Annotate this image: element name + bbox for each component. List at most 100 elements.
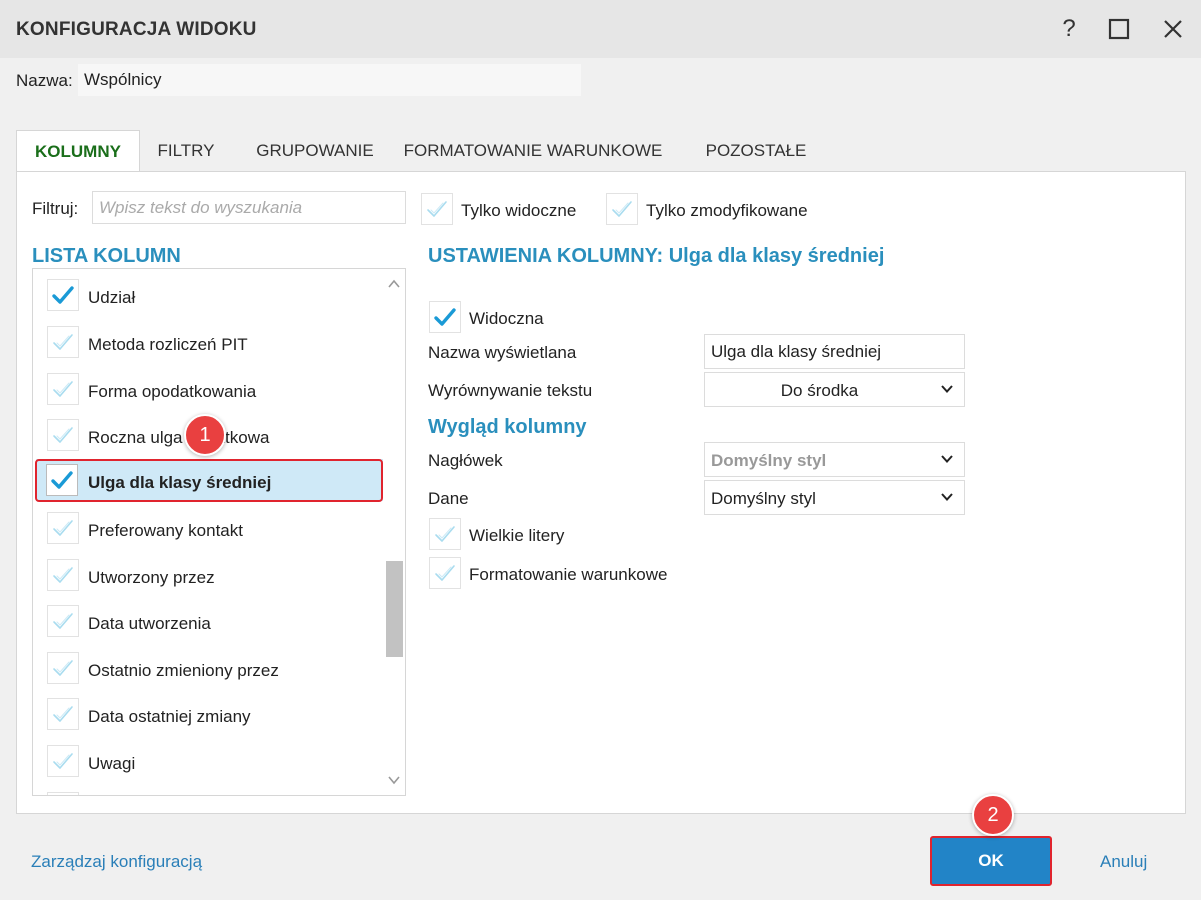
filter-input[interactable]	[92, 191, 406, 224]
data-style-label: Dane	[428, 489, 469, 508]
filter-label: Filtruj:	[32, 199, 79, 218]
list-scrollbar[interactable]	[383, 269, 405, 795]
tab-grouping[interactable]: GRUPOWANIE	[236, 130, 394, 172]
column-checkbox[interactable]	[47, 792, 79, 795]
check-icon	[51, 377, 75, 401]
check-icon	[51, 702, 75, 726]
header-style-select[interactable]: Domyślny styl	[704, 442, 965, 477]
column-checkbox[interactable]	[47, 512, 79, 544]
column-checkbox[interactable]	[47, 326, 79, 358]
column-label: Data ostatniej zmiany	[88, 707, 251, 726]
list-item[interactable]: Preferowany kontakt	[33, 505, 381, 551]
column-label: Ostatnio zmieniony przez	[88, 661, 279, 680]
column-label: Utworzony przez	[88, 568, 215, 587]
appearance-heading: Wygląd kolumny	[428, 416, 587, 438]
list-item[interactable]: Udział	[33, 272, 381, 318]
column-label: Preferowany kontakt	[88, 521, 243, 540]
text-align-value: Do środka	[780, 381, 859, 400]
chevron-down-icon	[941, 455, 953, 463]
chevron-down-icon	[941, 385, 953, 393]
list-item[interactable]: Data utworzenia	[33, 598, 381, 644]
question-icon[interactable]: ?	[1052, 12, 1086, 46]
check-icon	[51, 749, 75, 773]
maximize-icon[interactable]	[1102, 12, 1136, 46]
scroll-thumb[interactable]	[386, 561, 403, 657]
check-icon	[51, 516, 75, 540]
column-label: Data utworzenia	[88, 614, 211, 633]
data-style-value: Domyślny styl	[711, 489, 816, 508]
column-label: Forma opodatkowania	[88, 382, 257, 401]
column-label: Udział	[88, 288, 136, 307]
check-icon	[51, 609, 75, 633]
check-icon	[433, 305, 457, 329]
column-checkbox[interactable]	[47, 652, 79, 684]
list-item[interactable]: Forma opodatkowania	[33, 366, 381, 412]
name-label: Nazwa:	[16, 71, 73, 90]
list-item[interactable]	[33, 785, 381, 795]
list-item[interactable]: Metoda rozliczeń PIT	[33, 319, 381, 365]
only-modified-checkbox[interactable]	[606, 193, 638, 225]
header-style-value: Domyślny styl	[711, 451, 827, 470]
manage-configuration-link[interactable]: Zarządzaj konfiguracją	[31, 852, 202, 872]
column-list: Udział Metoda rozliczeń PIT Forma opodat…	[32, 268, 406, 796]
display-name-value: Ulga dla klasy średniej	[711, 342, 882, 361]
step-badge-2: 2	[972, 794, 1014, 836]
conditional-formatting-checkbox[interactable]	[429, 557, 461, 589]
tab-conditional-formatting[interactable]: FORMATOWANIE WARUNKOWE	[398, 130, 668, 172]
ok-button[interactable]: OK	[930, 836, 1052, 886]
window-title: KONFIGURACJA WIDOKU	[16, 19, 257, 40]
column-checkbox[interactable]	[47, 559, 79, 591]
column-checkbox[interactable]	[47, 605, 79, 637]
column-checkbox[interactable]	[47, 373, 79, 405]
list-item[interactable]: Ostatnio zmieniony przez	[33, 645, 381, 691]
scroll-down-icon[interactable]	[387, 773, 401, 787]
column-checkbox[interactable]	[47, 419, 79, 451]
column-settings-heading: USTAWIENIA KOLUMNY: Ulga dla klasy średn…	[428, 245, 885, 267]
close-icon[interactable]	[1156, 12, 1190, 46]
check-icon	[433, 522, 457, 546]
selection-highlight	[35, 459, 383, 502]
conditional-formatting-label: Formatowanie warunkowe	[469, 565, 668, 584]
header-style-label: Nagłówek	[428, 451, 503, 470]
check-icon	[610, 197, 634, 221]
chevron-down-icon	[941, 493, 953, 501]
display-name-label: Nazwa wyświetlana	[428, 343, 577, 362]
cancel-link[interactable]: Anuluj	[1100, 852, 1147, 872]
column-label: Roczna ulga podatkowa	[88, 428, 270, 447]
check-icon	[51, 423, 75, 447]
scroll-up-icon[interactable]	[387, 277, 401, 291]
column-list-heading: LISTA KOLUMN	[32, 245, 181, 267]
only-visible-checkbox[interactable]	[421, 193, 453, 225]
column-checkbox[interactable]	[47, 745, 79, 777]
check-icon	[433, 561, 457, 585]
text-align-select[interactable]: Do środka	[704, 372, 965, 407]
column-label: Uwagi	[88, 754, 136, 773]
check-icon	[51, 283, 75, 307]
uppercase-label: Wielkie litery	[469, 526, 565, 545]
title-bar: KONFIGURACJA WIDOKU ?	[0, 0, 1201, 58]
display-name-input[interactable]: Ulga dla klasy średniej	[704, 334, 965, 369]
tab-filters[interactable]: FILTRY	[146, 130, 226, 172]
column-label: Metoda rozliczeń PIT	[88, 335, 248, 354]
text-align-label: Wyrównywanie tekstu	[428, 381, 593, 400]
step-badge-1: 1	[184, 414, 226, 456]
column-checkbox[interactable]	[47, 279, 79, 311]
check-icon	[425, 197, 449, 221]
uppercase-checkbox[interactable]	[429, 518, 461, 550]
check-icon	[51, 563, 75, 587]
visible-checkbox[interactable]	[429, 301, 461, 333]
name-input[interactable]	[78, 64, 581, 96]
visible-label: Widoczna	[469, 309, 544, 328]
tab-columns[interactable]: KOLUMNY	[16, 130, 140, 172]
list-item[interactable]: Utworzony przez	[33, 552, 381, 598]
tab-other[interactable]: POZOSTAŁE	[696, 130, 816, 172]
column-checkbox[interactable]	[47, 698, 79, 730]
check-icon	[51, 330, 75, 354]
check-icon	[51, 656, 75, 680]
only-visible-label: Tylko widoczne	[461, 201, 577, 220]
data-style-select[interactable]: Domyślny styl	[704, 480, 965, 515]
list-item[interactable]: Uwagi	[33, 738, 381, 784]
only-modified-label: Tylko zmodyfikowane	[646, 201, 808, 220]
list-item[interactable]: Data ostatniej zmiany	[33, 691, 381, 737]
ok-label: OK	[978, 851, 1004, 870]
